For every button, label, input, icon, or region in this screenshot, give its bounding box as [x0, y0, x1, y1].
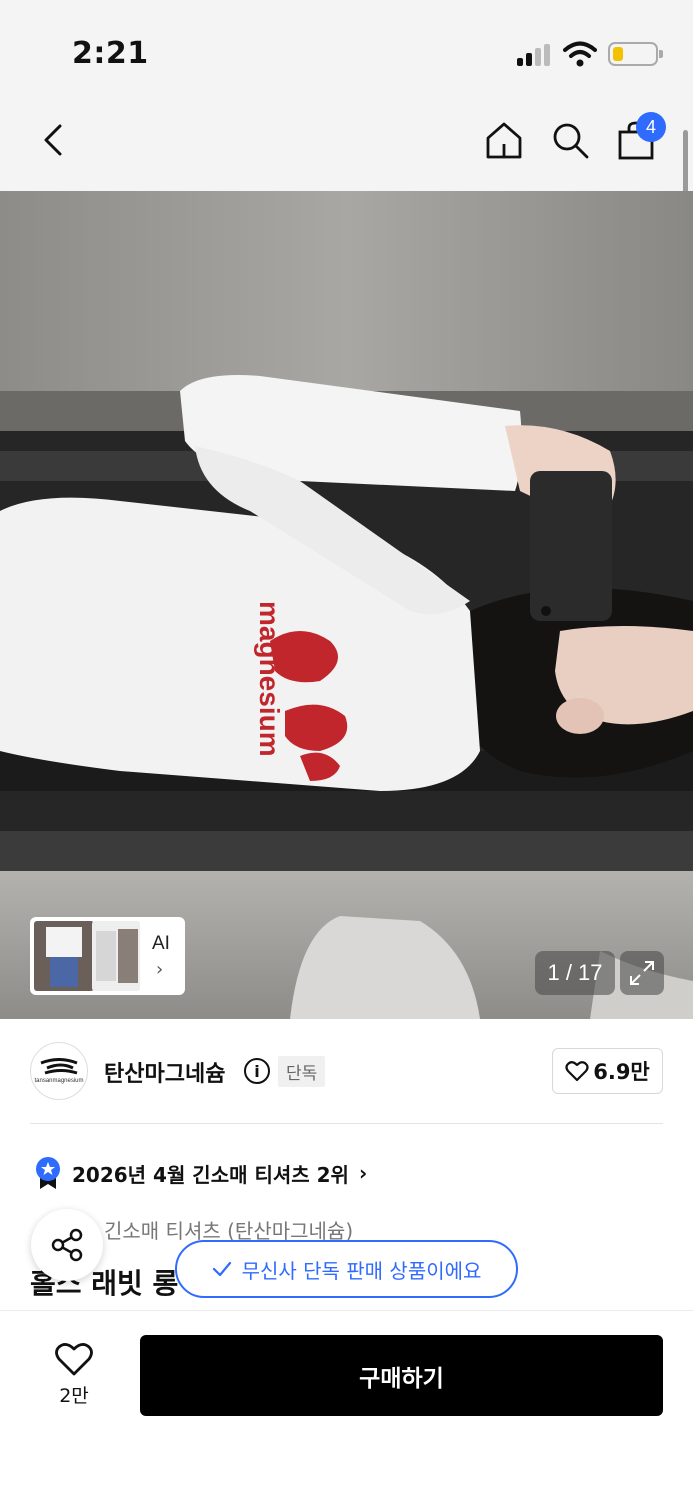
ai-label: AI [152, 933, 170, 954]
exclusive-banner: 무신사 단독 판매 상품이에요 [175, 1240, 518, 1298]
expand-icon [630, 961, 654, 985]
similar-thumb-2 [92, 921, 140, 991]
heart-icon [565, 1061, 589, 1082]
search-icon [553, 123, 589, 159]
exclusive-tag: 단독 [278, 1056, 326, 1087]
home-icon [486, 122, 522, 159]
shirt-print-text: magnesium [254, 601, 285, 757]
cart-count-badge: 4 [636, 112, 666, 142]
check-icon [212, 1261, 231, 1277]
brand-logo[interactable]: tansanmagnesium [30, 1042, 88, 1100]
share-button[interactable] [31, 1209, 103, 1281]
similar-thumb-1 [34, 921, 94, 991]
product-photo: magnesium [0, 191, 693, 1019]
product-like-button[interactable]: 2만 [50, 1341, 98, 1408]
brand-logo-text: tansanmagnesium [34, 1078, 84, 1084]
expand-image-button[interactable] [620, 951, 664, 995]
brand-row: tansanmagnesium 탄산마그네슘 i 단독 6.9만 [30, 1040, 663, 1104]
buy-button[interactable]: 구매하기 [140, 1335, 663, 1416]
product-image[interactable]: magnesium AI › 1 / 17 [0, 191, 693, 1019]
image-page-counter: 1 / 17 [535, 951, 615, 995]
battery-icon [608, 42, 663, 66]
brand-like-button[interactable]: 6.9만 [552, 1048, 663, 1094]
top-nav-bar: 4 [0, 96, 693, 191]
chevron-left-icon [44, 124, 62, 156]
wifi-icon [563, 41, 597, 67]
share-icon [51, 1228, 83, 1262]
chevron-right-icon: › [156, 959, 164, 980]
product-like-count: 2만 [59, 1385, 89, 1407]
ranking-badge-icon [36, 1157, 60, 1189]
brand-like-count: 6.9만 [593, 1060, 650, 1084]
home-button[interactable] [480, 116, 528, 164]
brand-name[interactable]: 탄산마그네슘 [104, 1056, 225, 1088]
chevron-right-icon: › [358, 1161, 368, 1185]
brand-logo-mark [40, 1058, 78, 1075]
info-icon[interactable]: i [244, 1058, 270, 1084]
cellular-signal-icon [517, 44, 553, 66]
exclusive-banner-text: 무신사 단독 판매 상품이에요 [241, 1258, 482, 1283]
similar-items-card[interactable]: AI › [30, 917, 185, 995]
search-button[interactable] [546, 116, 594, 164]
heart-icon [55, 1343, 93, 1376]
bottom-purchase-bar: 2만 구매하기 [0, 1310, 693, 1500]
ranking-text: 2026년 4월 긴소매 티셔츠 2위 [72, 1162, 349, 1187]
status-time: 2:21 [72, 36, 149, 71]
status-bar: 2:21 [0, 0, 693, 96]
cart-button[interactable]: 4 [612, 112, 666, 164]
divider [30, 1123, 663, 1124]
ranking-link[interactable]: 2026년 4월 긴소매 티셔츠 2위 › [34, 1155, 367, 1191]
back-button[interactable] [30, 116, 78, 164]
